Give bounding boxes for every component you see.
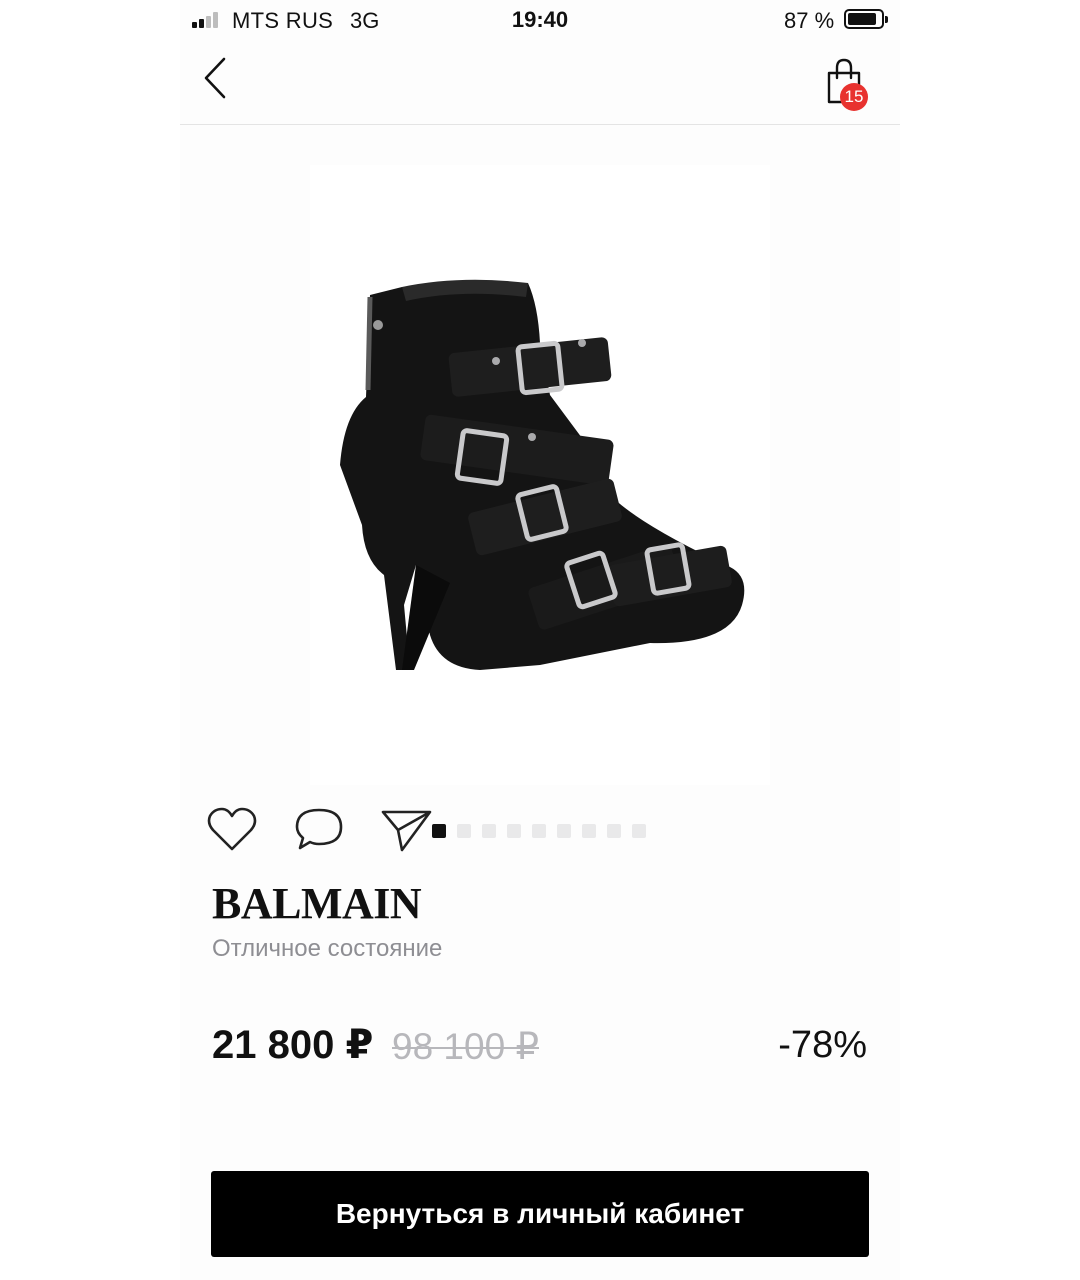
gallery-dot[interactable] [582, 824, 596, 838]
gallery-dot[interactable] [557, 824, 571, 838]
send-icon [381, 810, 432, 852]
gallery-dot[interactable] [482, 824, 496, 838]
condition-label: Отличное состояние [212, 935, 443, 962]
chevron-left-icon [204, 57, 226, 99]
back-button[interactable] [200, 56, 240, 100]
share-button[interactable] [380, 806, 432, 854]
battery-percent: 87 % [784, 8, 835, 33]
gallery-dot[interactable] [432, 824, 446, 838]
product-image[interactable] [310, 165, 770, 785]
return-to-account-button[interactable]: Вернуться в личный кабинет [211, 1171, 869, 1257]
product-screen: MTS RUS 3G 19:40 87 % 15 BALMAIN Отлично… [180, 0, 900, 1280]
like-button[interactable] [206, 806, 258, 854]
comment-button[interactable] [293, 806, 345, 854]
battery-icon [844, 9, 888, 29]
comment-icon [295, 808, 343, 850]
heart-icon [207, 807, 257, 851]
discount-label: -78% [778, 1024, 867, 1066]
current-price: 21 800 ₽ [212, 1023, 374, 1067]
gallery-dot[interactable] [507, 824, 521, 838]
ankle-boot-image [340, 279, 745, 670]
top-nav-bar [180, 40, 900, 125]
gallery-dot[interactable] [607, 824, 621, 838]
brand-name[interactable]: BALMAIN [212, 878, 422, 929]
gallery-dot[interactable] [532, 824, 546, 838]
cart-count-badge: 15 [840, 83, 868, 111]
gallery-dot[interactable] [457, 824, 471, 838]
old-price: 98 100 ₽ [392, 1026, 539, 1067]
status-bar: MTS RUS 3G 19:40 87 % [180, 0, 900, 40]
gallery-dot[interactable] [632, 824, 646, 838]
